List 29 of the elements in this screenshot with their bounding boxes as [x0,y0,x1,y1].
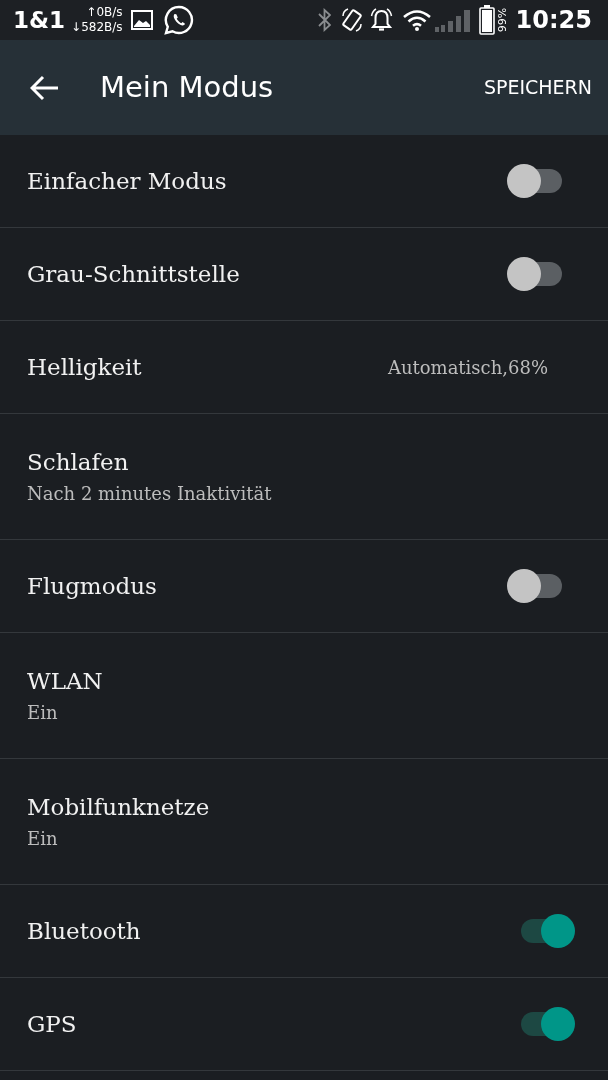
setting-label: Helligkeit [27,353,142,381]
setting-label: Schlafen [27,447,129,476]
setting-label: WLAN [27,666,103,695]
bell-icon [369,7,393,33]
clock-time: 10:25 [515,5,592,36]
setting-summary: Ein [27,826,58,851]
carrier-name: 1&1 [13,5,66,35]
setting-summary: Ein [27,700,58,725]
setting-value: Automatisch,68% [387,355,548,380]
back-arrow-icon[interactable] [30,74,60,101]
upload-speed: ↑0B/s [86,5,123,20]
setting-label: GPS [27,1010,77,1038]
setting-label: Bluetooth [27,917,141,945]
wifi-icon [401,9,432,31]
battery-percent: 99% [497,7,510,33]
setting-label: Grau-Schnittstelle [27,260,240,288]
chat-bubble-icon [163,5,194,35]
setting-label: Flugmodus [27,572,157,600]
setting-summary: Nach 2 minutes Inaktivität [27,481,272,506]
signal-bars-icon [434,8,473,32]
setting-label: Mobilfunknetze [27,792,210,821]
screen-title: Mein Modus [100,68,274,106]
screen-rotation-icon [340,8,363,32]
bluetooth-icon [317,8,331,32]
battery-icon [478,5,495,35]
setting-label: Einfacher Modus [27,167,227,195]
download-speed: ↓582B/s [71,20,123,35]
save-button[interactable]: SPEICHERN [481,67,594,108]
image-icon [130,10,153,30]
